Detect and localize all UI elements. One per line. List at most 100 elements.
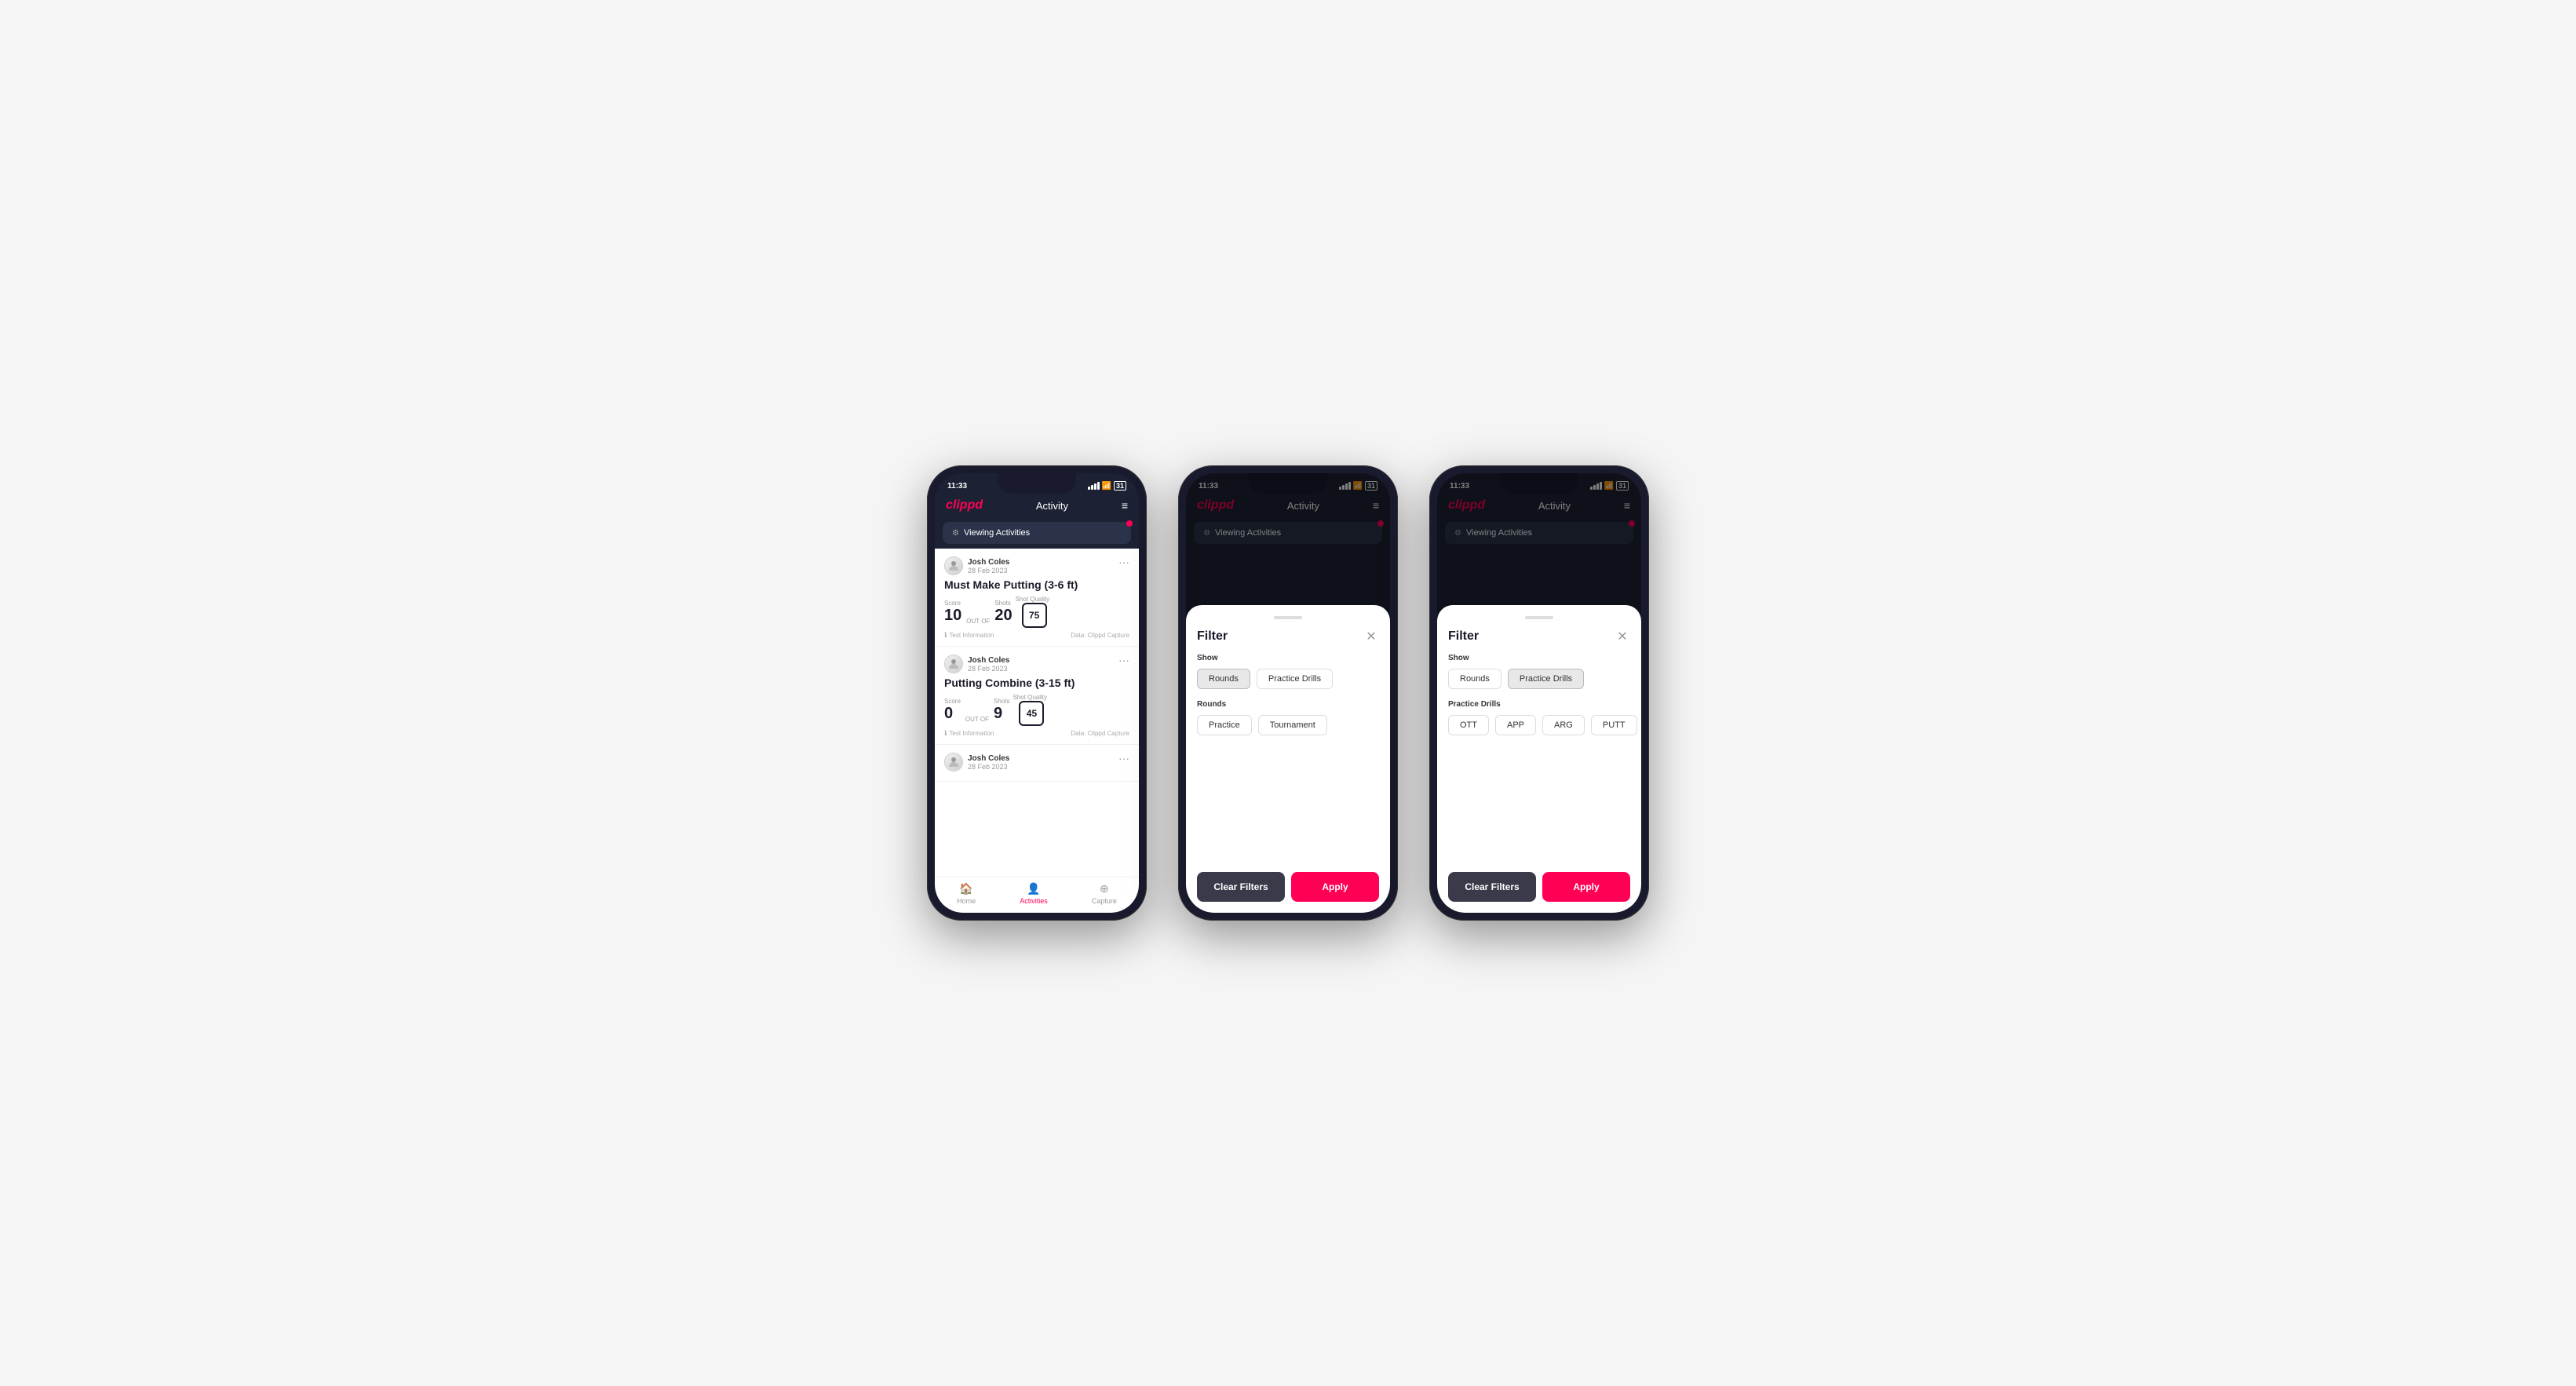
activities-label: Activities bbox=[1020, 897, 1048, 905]
sq-label-2: Shot Quality bbox=[1013, 694, 1047, 701]
activity-title-1: Must Make Putting (3-6 ft) bbox=[944, 578, 1129, 591]
user-name-2: Josh Coles bbox=[968, 656, 1009, 665]
signal-bar-2 bbox=[1091, 485, 1093, 490]
shots-value-1: 20 bbox=[994, 607, 1012, 624]
show-label-3: Show bbox=[1448, 654, 1630, 662]
home-icon: 🏠 bbox=[959, 882, 972, 895]
nav-home[interactable]: 🏠 Home bbox=[957, 882, 976, 905]
data-source-2: Data: Clippd Capture bbox=[1071, 730, 1129, 737]
notification-dot bbox=[1126, 520, 1133, 527]
shots-label-2: Shots bbox=[994, 698, 1009, 705]
activity-list: Josh Coles 28 Feb 2023 ··· Must Make Put… bbox=[935, 549, 1139, 877]
show-rounds-btn-2[interactable]: Rounds bbox=[1197, 669, 1250, 689]
sq-badge-2: 45 bbox=[1019, 701, 1044, 726]
user-date-2: 28 Feb 2023 bbox=[968, 665, 1009, 673]
top-nav: clippd Activity ≡ bbox=[935, 494, 1139, 517]
drills-section-3: Practice Drills OTT APP ARG PUTT bbox=[1448, 700, 1630, 746]
modal-handle-3 bbox=[1525, 616, 1553, 619]
test-info-1: ℹ Test Information bbox=[944, 631, 994, 640]
battery-icon: 31 bbox=[1114, 481, 1126, 491]
app-logo: clippd bbox=[946, 498, 983, 512]
nav-activities[interactable]: 👤 Activities bbox=[1020, 882, 1048, 905]
filter-title-3: Filter bbox=[1448, 629, 1479, 644]
putt-btn[interactable]: PUTT bbox=[1591, 715, 1637, 735]
sq-label-1: Shot Quality bbox=[1016, 596, 1050, 603]
filter-modal-rounds: Filter ✕ Show Rounds Practice Drills Rou… bbox=[1186, 605, 1390, 913]
viewing-activities-bar[interactable]: ⚙ Viewing Activities bbox=[943, 522, 1131, 544]
phone-filter-drills: 11:33 📶 31 clippd Activity ≡ ⚙ Viewing A… bbox=[1429, 465, 1649, 921]
show-drills-btn-2[interactable]: Practice Drills bbox=[1257, 669, 1333, 689]
clear-filters-btn-2[interactable]: Clear Filters bbox=[1197, 872, 1285, 902]
activities-icon: 👤 bbox=[1027, 882, 1040, 895]
phone-filter-rounds: 11:33 📶 31 clippd Activity ≡ ⚙ Viewing A… bbox=[1178, 465, 1398, 921]
tournament-btn-2[interactable]: Tournament bbox=[1258, 715, 1327, 735]
score-value-1: 10 bbox=[944, 607, 961, 624]
signal-bar-4 bbox=[1097, 482, 1100, 490]
stats-row-1: Score 10 OUT OF Shots 20 Shot Quality 75 bbox=[944, 596, 1129, 628]
nav-title: Activity bbox=[1036, 500, 1068, 512]
show-section-2: Show Rounds Practice Drills bbox=[1197, 654, 1379, 700]
more-options-2[interactable]: ··· bbox=[1118, 655, 1129, 666]
user-date-3: 28 Feb 2023 bbox=[968, 763, 1009, 771]
signal-bar-3 bbox=[1094, 483, 1096, 490]
menu-icon[interactable]: ≡ bbox=[1122, 499, 1128, 512]
avatar-2 bbox=[944, 655, 963, 673]
out-of-1: OUT OF bbox=[966, 618, 990, 628]
filter-title-2: Filter bbox=[1197, 629, 1228, 644]
more-options-3[interactable]: ··· bbox=[1118, 753, 1129, 764]
shots-value-2: 9 bbox=[994, 705, 1002, 722]
signal-bar-1 bbox=[1088, 487, 1090, 490]
user-info-2: Josh Coles 28 Feb 2023 bbox=[944, 655, 1009, 673]
show-buttons-3: Rounds Practice Drills bbox=[1448, 669, 1630, 689]
bottom-nav: 🏠 Home 👤 Activities ⊕ Capture bbox=[935, 877, 1139, 913]
modal-footer-2: Clear Filters Apply bbox=[1197, 872, 1379, 902]
nav-capture[interactable]: ⊕ Capture bbox=[1092, 882, 1117, 905]
shots-label-1: Shots bbox=[994, 600, 1012, 607]
show-section-3: Show Rounds Practice Drills bbox=[1448, 654, 1630, 700]
filter-modal-drills: Filter ✕ Show Rounds Practice Drills Pra… bbox=[1437, 605, 1641, 913]
app-btn[interactable]: APP bbox=[1495, 715, 1536, 735]
avatar-1 bbox=[944, 556, 963, 575]
phone-activity: 11:33 📶 31 clippd Activity ≡ ⚙ Viewing A… bbox=[927, 465, 1147, 921]
score-label-1: Score bbox=[944, 600, 961, 607]
avatar-3 bbox=[944, 753, 963, 771]
show-drills-btn-3[interactable]: Practice Drills bbox=[1508, 669, 1584, 689]
status-icons: 📶 31 bbox=[1088, 481, 1126, 491]
test-info-2: ℹ Test Information bbox=[944, 729, 994, 738]
wifi-icon: 📶 bbox=[1102, 482, 1111, 491]
activity-card-3: Josh Coles 28 Feb 2023 ··· bbox=[935, 745, 1139, 782]
show-rounds-btn-3[interactable]: Rounds bbox=[1448, 669, 1501, 689]
practice-btn-2[interactable]: Practice bbox=[1197, 715, 1252, 735]
capture-label: Capture bbox=[1092, 897, 1117, 905]
user-info-1: Josh Coles 28 Feb 2023 bbox=[944, 556, 1009, 575]
close-button-2[interactable]: ✕ bbox=[1363, 629, 1379, 644]
drills-label-3: Practice Drills bbox=[1448, 700, 1630, 709]
card-footer-1: ℹ Test Information Data: Clippd Capture bbox=[944, 631, 1129, 640]
data-source-1: Data: Clippd Capture bbox=[1071, 632, 1129, 639]
more-options-1[interactable]: ··· bbox=[1118, 556, 1129, 567]
notch bbox=[998, 473, 1076, 494]
show-buttons-2: Rounds Practice Drills bbox=[1197, 669, 1379, 689]
apply-btn-2[interactable]: Apply bbox=[1291, 872, 1379, 902]
modal-handle-2 bbox=[1274, 616, 1302, 619]
modal-footer-3: Clear Filters Apply bbox=[1448, 872, 1630, 902]
user-info-3: Josh Coles 28 Feb 2023 bbox=[944, 753, 1009, 771]
activity-card-2: Josh Coles 28 Feb 2023 ··· Putting Combi… bbox=[935, 647, 1139, 745]
ott-btn[interactable]: OTT bbox=[1448, 715, 1489, 735]
filter-sliders-icon: ⚙ bbox=[952, 529, 959, 538]
user-name-1: Josh Coles bbox=[968, 558, 1009, 567]
out-of-2: OUT OF bbox=[965, 716, 989, 726]
close-button-3[interactable]: ✕ bbox=[1615, 629, 1630, 644]
drills-buttons-3: OTT APP ARG PUTT bbox=[1448, 715, 1630, 735]
user-name-3: Josh Coles bbox=[968, 754, 1009, 763]
clear-filters-btn-3[interactable]: Clear Filters bbox=[1448, 872, 1536, 902]
rounds-label-2: Rounds bbox=[1197, 700, 1379, 709]
modal-header-3: Filter ✕ bbox=[1448, 629, 1630, 644]
show-label-2: Show bbox=[1197, 654, 1379, 662]
apply-btn-3[interactable]: Apply bbox=[1542, 872, 1630, 902]
activity-title-2: Putting Combine (3-15 ft) bbox=[944, 677, 1129, 689]
arg-btn[interactable]: ARG bbox=[1542, 715, 1585, 735]
rounds-buttons-2: Practice Tournament bbox=[1197, 715, 1379, 735]
capture-icon: ⊕ bbox=[1100, 882, 1109, 895]
stats-row-2: Score 0 OUT OF Shots 9 Shot Quality 45 bbox=[944, 694, 1129, 726]
